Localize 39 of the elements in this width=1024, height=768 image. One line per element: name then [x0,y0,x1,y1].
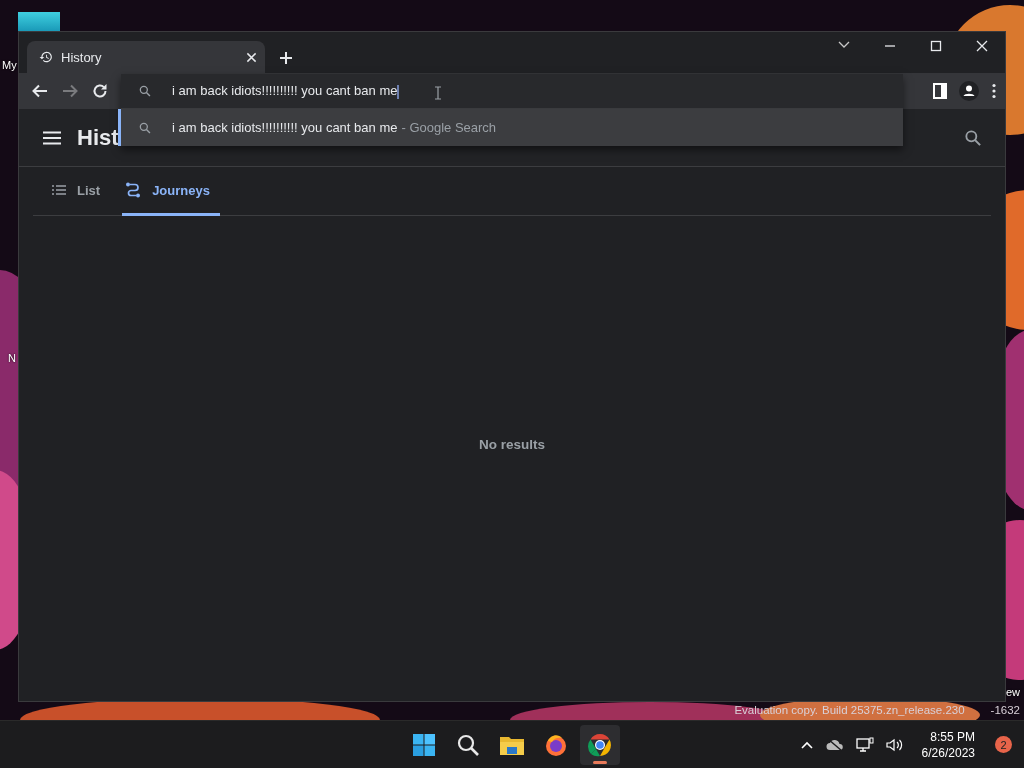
page-title: Hist [77,124,119,151]
desktop-label[interactable]: N [8,352,16,364]
browser-tab[interactable]: History [27,41,265,73]
menu-icon[interactable] [43,130,61,145]
history-icon [39,50,53,64]
notification-badge[interactable]: 2 [995,736,1012,753]
taskbar-button[interactable] [580,724,620,765]
clock-date[interactable]: 6/26/2023 [921,744,975,761]
monitor-icon[interactable] [855,736,874,753]
search-icon [138,120,152,135]
close-icon[interactable] [246,51,257,63]
suggestion-item[interactable]: i am back idiots!!!!!!!!!! you cant ban me - Google Search [118,109,903,146]
search-icon [963,127,983,148]
profile-icon[interactable] [959,81,979,101]
watermark-text: -1632 [990,704,1020,716]
clock-time[interactable]: 8:55 PM [930,728,975,745]
back-icon[interactable] [31,82,49,100]
text-cursor-icon [434,86,442,100]
browser-icon [544,732,568,757]
search-icon [456,732,480,757]
empty-message: No results [479,437,545,452]
route-icon [124,181,143,199]
new-tab-icon[interactable] [279,51,293,65]
reload-icon[interactable] [91,82,109,100]
chevron-up-icon[interactable] [799,739,814,750]
cloud-off-icon[interactable] [825,737,844,752]
windows-icon [412,732,436,757]
desktop-label[interactable]: ew [1006,686,1021,698]
side-panel-icon[interactable] [933,83,947,99]
search-icon [138,84,152,98]
watermark-text: Evaluation copy. [734,704,818,716]
volume-icon[interactable] [885,737,904,752]
browser-icon [588,732,612,757]
desktop-label[interactable]: My [2,59,17,71]
watermark-text: Build 25375.zn_release.230 [822,704,965,716]
list-icon [51,182,67,198]
menu-icon[interactable] [991,83,997,99]
page-tab[interactable]: Journeys [122,167,220,216]
page-tab[interactable]: List [33,167,111,216]
